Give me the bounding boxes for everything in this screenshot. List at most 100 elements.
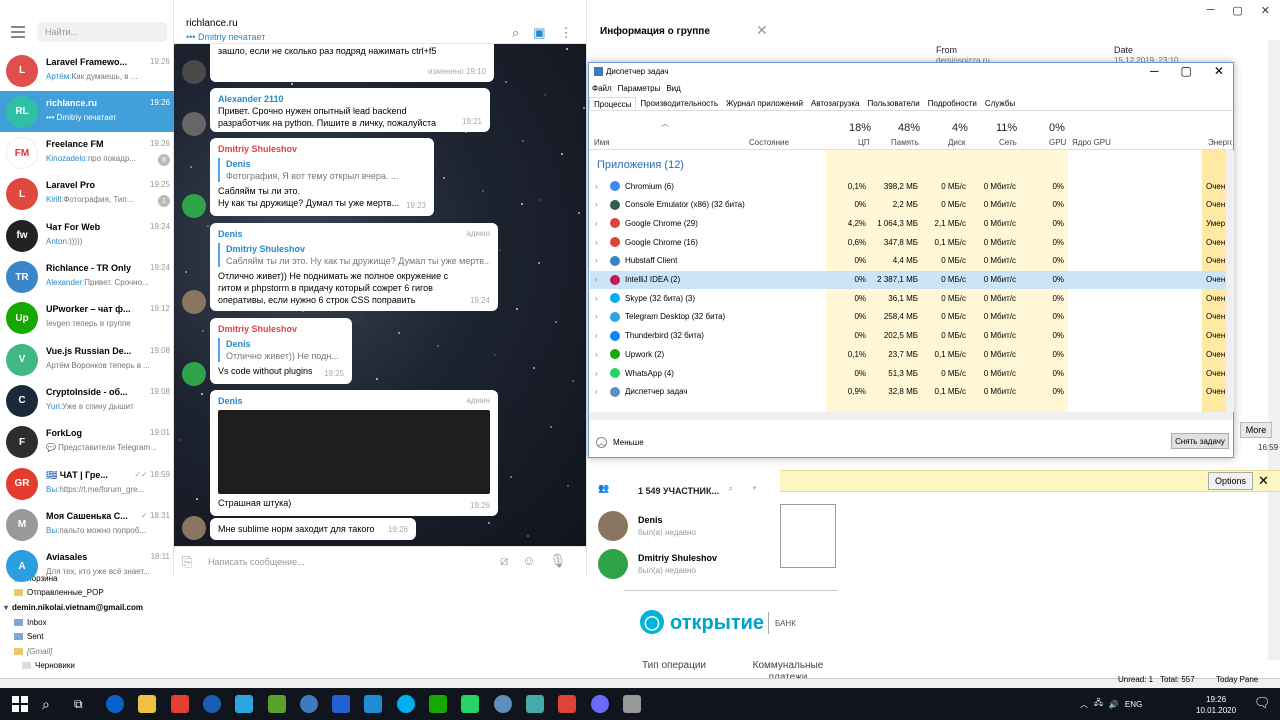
- column-cpu[interactable]: ЦП: [858, 138, 870, 147]
- member-item[interactable]: Denis был(а) недавно: [598, 511, 696, 541]
- minimize-icon[interactable]: ─: [1207, 4, 1215, 16]
- skype-icon[interactable]: [396, 695, 415, 713]
- attach-icon[interactable]: ⎘: [182, 554, 192, 570]
- chevron-right-icon[interactable]: ›: [595, 387, 605, 396]
- chevron-right-icon[interactable]: ›: [595, 256, 605, 265]
- minimize-icon[interactable]: ─: [1150, 64, 1159, 78]
- scrollbar[interactable]: [589, 412, 1233, 420]
- file-explorer-icon[interactable]: [138, 695, 157, 713]
- search-icon[interactable]: ⌕: [512, 25, 519, 41]
- column-date[interactable]: Date: [1114, 45, 1133, 55]
- process-row[interactable]: › Google Chrome (29) 4,2% 1 064,3 МБ 2,1 МБ/…: [590, 214, 1226, 232]
- reply-quote[interactable]: Denis Отлично живет)) Не подн...: [218, 338, 344, 362]
- chat-list-item[interactable]: L Laravel Framewo... 19:26 Артём:Как думаеш…: [0, 50, 174, 91]
- tab-startup[interactable]: Автозагрузка: [807, 97, 864, 110]
- process-row[interactable]: › Skype (32 бита) (3) 0% 36,1 МБ 0 МБ/с 0 Мби…: [590, 289, 1226, 307]
- intellij-icon[interactable]: [202, 695, 221, 713]
- member-item[interactable]: Dmitriy Shuleshov был(а) недавно: [598, 549, 717, 579]
- chat-list-item[interactable]: F ForkLog 19:01 💬 Представители Telegram ..…: [0, 422, 174, 463]
- chevron-right-icon[interactable]: ›: [595, 369, 605, 378]
- chevron-right-icon[interactable]: ›: [595, 350, 605, 359]
- chat-list-item[interactable]: L Laravel Pro 19:25 Kirill:Фотография, Тип.…: [0, 174, 174, 215]
- more-button[interactable]: More: [1240, 422, 1272, 438]
- scrollbar[interactable]: [1226, 150, 1234, 412]
- chat-list-item[interactable]: FM Freelance FM 19:26 Kinozadelo:про покадр…: [0, 133, 174, 174]
- process-row[interactable]: › Диспетчер задач 0,9% 32,8 МБ 0,1 МБ/с 0 Мби…: [590, 383, 1226, 401]
- chevron-right-icon[interactable]: ›: [595, 294, 605, 303]
- close-icon[interactable]: ✕: [756, 22, 768, 39]
- mail-scrollbar[interactable]: [1268, 40, 1280, 660]
- sidebar-toggle-icon[interactable]: ▣: [533, 25, 545, 41]
- folder-item-gmail[interactable]: [Gmail]: [14, 647, 52, 656]
- column-from[interactable]: From: [936, 45, 957, 55]
- message-author[interactable]: Dmitriy Shuleshov: [218, 143, 426, 155]
- folder-item-sent[interactable]: Sent: [14, 632, 43, 641]
- chat-list-item[interactable]: C CryptoInside - об... 19:08 Yuri:Уже в спи…: [0, 380, 174, 421]
- message-author[interactable]: Alexander 2110: [218, 93, 482, 105]
- process-row[interactable]: › Hubstaff Client 0% 4,4 МБ 0 МБ/с 0 Мбит/с 0%…: [590, 252, 1226, 270]
- more-vertical-icon[interactable]: ⋮: [560, 25, 573, 41]
- maximize-icon[interactable]: ▢: [1181, 64, 1192, 78]
- options-button[interactable]: Options: [1208, 472, 1253, 490]
- fewer-details-toggle[interactable]: ︿ Меньше: [596, 437, 644, 448]
- column-disk[interactable]: Диск: [948, 138, 965, 147]
- process-row[interactable]: › Telegram Desktop (32 бита) 0% 258,4 МБ 0 М…: [590, 308, 1226, 326]
- process-row[interactable]: › Upwork (2) 0,1% 23,7 МБ 0,1 МБ/с 0 Мбит/с 0%…: [590, 345, 1226, 363]
- remote-desktop-icon[interactable]: [364, 695, 383, 713]
- network-icon[interactable]: 🖧: [1094, 697, 1103, 711]
- clock[interactable]: 19:26 10.01.2020: [1196, 694, 1236, 716]
- microphone-icon[interactable]: 🎙: [550, 553, 567, 569]
- process-row[interactable]: › WhatsApp (4) 0% 51,3 МБ 0 МБ/с 0 Мбит/с 0% Оч…: [590, 364, 1226, 382]
- windows-start-icon[interactable]: [12, 696, 28, 712]
- reply-quote[interactable]: Denis Фотография, Я вот тему открыл вчера…: [218, 158, 426, 182]
- sourcetree-icon[interactable]: [332, 695, 351, 713]
- app-icon[interactable]: [299, 695, 318, 713]
- chat-list-item[interactable]: fw Чат For Web 19:24 Anton:))))): [0, 215, 174, 256]
- tab-app-history[interactable]: Журнал приложений: [722, 97, 807, 110]
- menu-options[interactable]: Параметры: [618, 84, 661, 93]
- notifications-icon[interactable]: 🗨: [1254, 695, 1271, 711]
- today-pane-toggle[interactable]: Today Pane: [1216, 675, 1258, 684]
- folder-item-drafts[interactable]: Черновики: [22, 661, 75, 670]
- process-row[interactable]: › Console Emulator (x86) (32 бита) 0% 2,2 М…: [590, 196, 1226, 214]
- reply-quote[interactable]: Dmitriy Shuleshov Сабляйм ты ли это. Ну к…: [218, 243, 490, 267]
- process-row[interactable]: › Google Chrome (16) 0,6% 347,8 МБ 0,1 МБ/с 0…: [590, 233, 1226, 251]
- task-manager-icon[interactable]: [525, 695, 544, 713]
- chevron-right-icon[interactable]: ›: [595, 238, 605, 247]
- account-item[interactable]: ▾ demin.nikolai.vietnam@gmail.com: [4, 603, 143, 612]
- chromium-icon[interactable]: [493, 695, 512, 713]
- tab-users[interactable]: Пользователи: [863, 97, 923, 110]
- chevron-right-icon[interactable]: ›: [595, 182, 605, 191]
- chevron-right-icon[interactable]: ›: [595, 219, 605, 228]
- menu-file[interactable]: Файл: [592, 84, 612, 93]
- volume-icon[interactable]: 🔊: [1109, 700, 1119, 709]
- column-state[interactable]: Состояние: [749, 138, 789, 147]
- chat-list-item[interactable]: TR Richlance - TR Only 19:24 Alexander:Прив…: [0, 257, 174, 298]
- add-member-icon[interactable]: +: [752, 483, 757, 493]
- tab-details[interactable]: Подробности: [924, 97, 981, 110]
- avatar[interactable]: [182, 290, 206, 314]
- app-icon[interactable]: [622, 695, 641, 713]
- chevron-right-icon[interactable]: ›: [595, 331, 605, 340]
- process-row[interactable]: › Thunderbird (32 бита) 0% 202,5 МБ 0 МБ/с 0 …: [590, 327, 1226, 345]
- maximize-icon[interactable]: ▢: [1232, 4, 1242, 17]
- process-row[interactable]: › IntelliJ IDEA (2) 0% 2 387,1 МБ 0 МБ/с 0 Мб…: [590, 270, 1226, 289]
- column-power[interactable]: Энерго: [1208, 138, 1232, 147]
- screenshot-thumbnail[interactable]: [218, 410, 490, 494]
- menu-view[interactable]: Вид: [666, 84, 680, 93]
- close-icon[interactable]: ✕: [1214, 64, 1224, 78]
- close-icon[interactable]: ✕: [1258, 473, 1269, 489]
- chevron-right-icon[interactable]: ›: [595, 275, 605, 284]
- message-author[interactable]: Denis: [218, 395, 490, 407]
- command-icon[interactable]: ⧄: [500, 553, 508, 569]
- chat-list-item[interactable]: М Моя Сашенька С... ✓ 18:31 Вы:пальто можно…: [0, 504, 174, 545]
- folder-item-inbox[interactable]: Inbox: [14, 618, 47, 627]
- notepad-icon[interactable]: [267, 695, 286, 713]
- message-author[interactable]: Denis: [218, 228, 490, 240]
- menu-icon[interactable]: [11, 26, 25, 38]
- apps-group-header[interactable]: Приложения (12): [597, 159, 684, 171]
- chat-list-item[interactable]: GR 🇬🇷 ЧАТ | Гре... ✓✓ 18:59 Вы:https://t.me…: [0, 463, 174, 504]
- end-task-button[interactable]: Снять задачу: [1171, 433, 1229, 449]
- column-name[interactable]: Имя: [594, 138, 610, 147]
- tab-processes[interactable]: Процессы: [589, 97, 637, 110]
